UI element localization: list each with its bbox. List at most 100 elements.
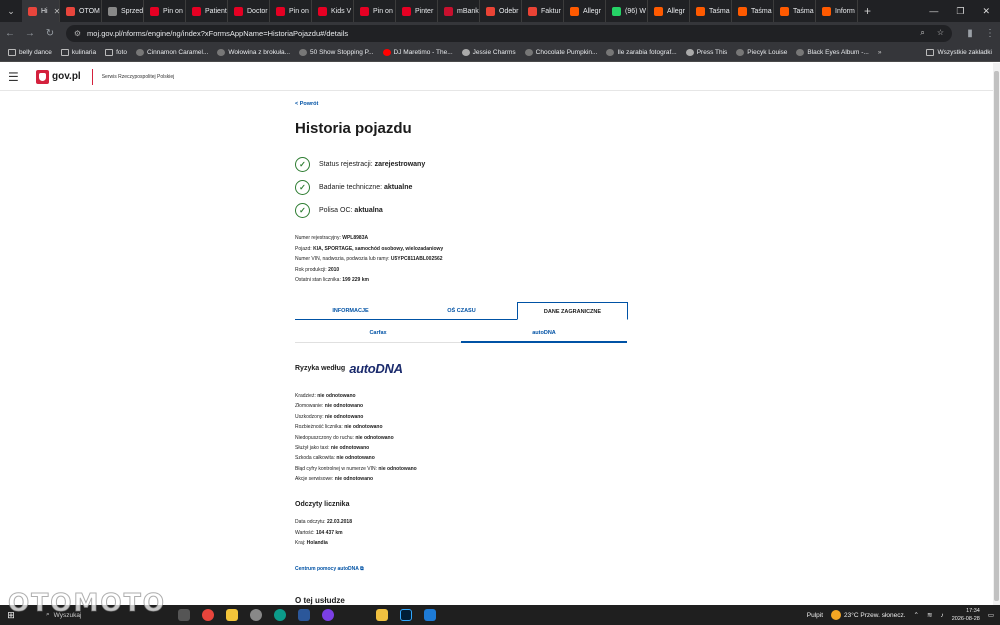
bookmark-item[interactable]: Black Eyes Album -... xyxy=(796,49,869,56)
browser-tab[interactable]: Hi ✕ xyxy=(22,0,60,22)
desktop-label[interactable]: Pulpit xyxy=(807,612,823,619)
zoom-icon[interactable]: ⌕ xyxy=(920,28,924,38)
app-icon[interactable] xyxy=(322,609,334,621)
vehicle-row-label: Numer rejestracyjny: xyxy=(295,235,341,241)
back-link[interactable]: < Powrót xyxy=(295,101,318,107)
maximize-icon[interactable]: ❐ xyxy=(956,6,964,17)
browser-tab[interactable]: Pin on xyxy=(354,0,396,22)
menu-kebab-icon[interactable]: ⋮ xyxy=(980,28,1000,39)
close-window-icon[interactable]: ✕ xyxy=(982,6,990,17)
browser-tab[interactable]: Pinter xyxy=(396,0,438,22)
all-bookmarks-label: Wszystkie zakładki xyxy=(937,49,992,56)
risk-row: Szkoda całkowita: nie odnotowano xyxy=(295,453,417,463)
autodna-logo: autoDNA xyxy=(349,361,403,376)
settings-icon[interactable] xyxy=(250,609,262,621)
extension-icon[interactable]: ▮ xyxy=(960,28,980,39)
url-text: moj.gov.pl/nforms/engine/ng/index?xForms… xyxy=(87,28,349,38)
chrome-icon[interactable] xyxy=(202,609,214,621)
browser-tab[interactable]: Faktur xyxy=(522,0,564,22)
browser-tab[interactable]: Allegr xyxy=(648,0,690,22)
browser-tab[interactable]: Pin on xyxy=(270,0,312,22)
subtab-carfax[interactable]: Carfax xyxy=(295,326,461,343)
page-scrollbar[interactable] xyxy=(993,63,1000,605)
tab-label: Odebr xyxy=(499,7,519,15)
status-text: Polisa OC: aktualna xyxy=(319,207,383,214)
tab-informacje[interactable]: INFORMACJE xyxy=(295,302,406,319)
new-tab-button[interactable]: + xyxy=(864,4,871,18)
browser-tab[interactable]: Taśma xyxy=(732,0,774,22)
volume-icon[interactable]: ♪ xyxy=(940,612,943,619)
browser-tab[interactable]: Sprzed xyxy=(102,0,144,22)
bookmark-item[interactable]: belly dance xyxy=(8,49,52,56)
browser-tab[interactable]: Taśma xyxy=(690,0,732,22)
task-view-icon[interactable] xyxy=(178,609,190,621)
tab-label: Allegr xyxy=(667,7,685,15)
minimize-icon[interactable]: — xyxy=(929,6,938,17)
hamburger-menu-icon[interactable]: ☰ xyxy=(8,70,20,84)
bookmark-item[interactable]: Ile zarabia fotograf... xyxy=(606,49,677,56)
risk-row: Złomowanie: nie odnotowano xyxy=(295,401,417,411)
subtab-autodna[interactable]: autoDNA xyxy=(461,326,627,343)
back-icon[interactable]: ← xyxy=(0,28,20,39)
gov-logo[interactable]: gov.pl xyxy=(36,69,81,84)
browser-tab[interactable]: Pin on xyxy=(144,0,186,22)
bookmark-star-icon[interactable]: ☆ xyxy=(937,28,944,38)
status-value: aktualna xyxy=(354,207,383,214)
bookmark-item[interactable]: 50 Show Stopping P... xyxy=(299,49,374,56)
odometer-row: Kraj: Holandia xyxy=(295,538,352,549)
bookmarks-more-icon[interactable]: » xyxy=(878,49,882,56)
chevron-up-icon[interactable]: ⌃ xyxy=(914,611,919,619)
tab-label: Allegr xyxy=(583,7,601,15)
wifi-icon[interactable]: ≋ xyxy=(927,611,932,619)
odometer-title: Odczyty licznika xyxy=(295,501,350,508)
browser-tab[interactable]: OTOM xyxy=(60,0,102,22)
tab-label: Doctor xyxy=(247,7,268,15)
status-text: Badanie techniczne: aktualne xyxy=(319,184,412,191)
vehicle-row-label: Rok produkcji: xyxy=(295,266,327,273)
bookmark-item[interactable]: kulinaria xyxy=(60,49,96,56)
browser-tab[interactable]: Allegr xyxy=(564,0,606,22)
file-explorer-icon[interactable] xyxy=(226,609,238,621)
photoshop-icon[interactable] xyxy=(400,609,412,621)
reload-icon[interactable]: ↻ xyxy=(40,28,60,39)
all-bookmarks-button[interactable]: Wszystkie zakładki xyxy=(926,49,1000,56)
browser-tab[interactable]: Taśma xyxy=(774,0,816,22)
risk-row-value: nie odnotowano xyxy=(334,476,374,483)
edge-icon[interactable] xyxy=(274,609,286,621)
browser-tab[interactable]: Patient xyxy=(186,0,228,22)
bookmark-item[interactable]: Piecyk Louise xyxy=(736,49,787,56)
bookmark-label: foto xyxy=(116,49,127,56)
browser-tab[interactable]: Odebr xyxy=(480,0,522,22)
browser-tab[interactable]: Doctor xyxy=(228,0,270,22)
tab-dane-zagraniczne[interactable]: DANE ZAGRANICZNE xyxy=(517,302,628,320)
bookmark-item[interactable]: Jessie Charms xyxy=(461,49,516,56)
tab-os-czasu[interactable]: OŚ CZASU xyxy=(406,302,517,319)
tab-label: Sprzed xyxy=(121,7,144,15)
browser-tab[interactable]: mBank xyxy=(438,0,480,22)
help-link-label: Centrum pomocy autoDNA xyxy=(295,566,359,572)
check-circle-icon: ✓ xyxy=(295,157,310,172)
browser-tab[interactable]: Kids V xyxy=(312,0,354,22)
bookmark-item[interactable]: Wołowina z brokuła... xyxy=(217,49,290,56)
browser-tab[interactable]: Inform xyxy=(816,0,858,22)
store-icon[interactable] xyxy=(298,609,310,621)
forward-icon[interactable]: → xyxy=(20,28,40,39)
tab-favicon-icon xyxy=(402,6,411,16)
notifications-icon[interactable]: ▭ xyxy=(988,611,994,619)
browser-tab[interactable]: (96) W xyxy=(606,0,648,22)
address-bar[interactable]: ⚙ moj.gov.pl/nforms/engine/ng/index?xFor… xyxy=(65,24,953,42)
weather-widget[interactable]: 23°C Przew. słonecz. xyxy=(831,610,906,620)
odometer-row-label: Wartość: xyxy=(295,529,315,536)
help-link[interactable]: Centrum pomocy autoDNA ⧉ xyxy=(295,566,364,572)
tab-search-icon[interactable]: ⌄ xyxy=(0,0,22,22)
scrollbar-thumb[interactable] xyxy=(994,71,999,601)
folder-app-icon[interactable] xyxy=(376,609,388,621)
clock[interactable]: 17:34 2026-08-28 xyxy=(952,607,980,623)
bookmark-item[interactable]: Press This xyxy=(685,49,727,56)
site-info-icon[interactable]: ⚙ xyxy=(74,29,81,38)
bookmark-item[interactable]: foto xyxy=(105,49,127,56)
bookmark-item[interactable]: Cinnamon Caramel... xyxy=(135,49,208,56)
bookmark-item[interactable]: DJ Maretimo - The... xyxy=(382,49,453,56)
mail-icon[interactable] xyxy=(424,609,436,621)
bookmark-item[interactable]: Chocolate Pumpkin... xyxy=(524,49,597,56)
